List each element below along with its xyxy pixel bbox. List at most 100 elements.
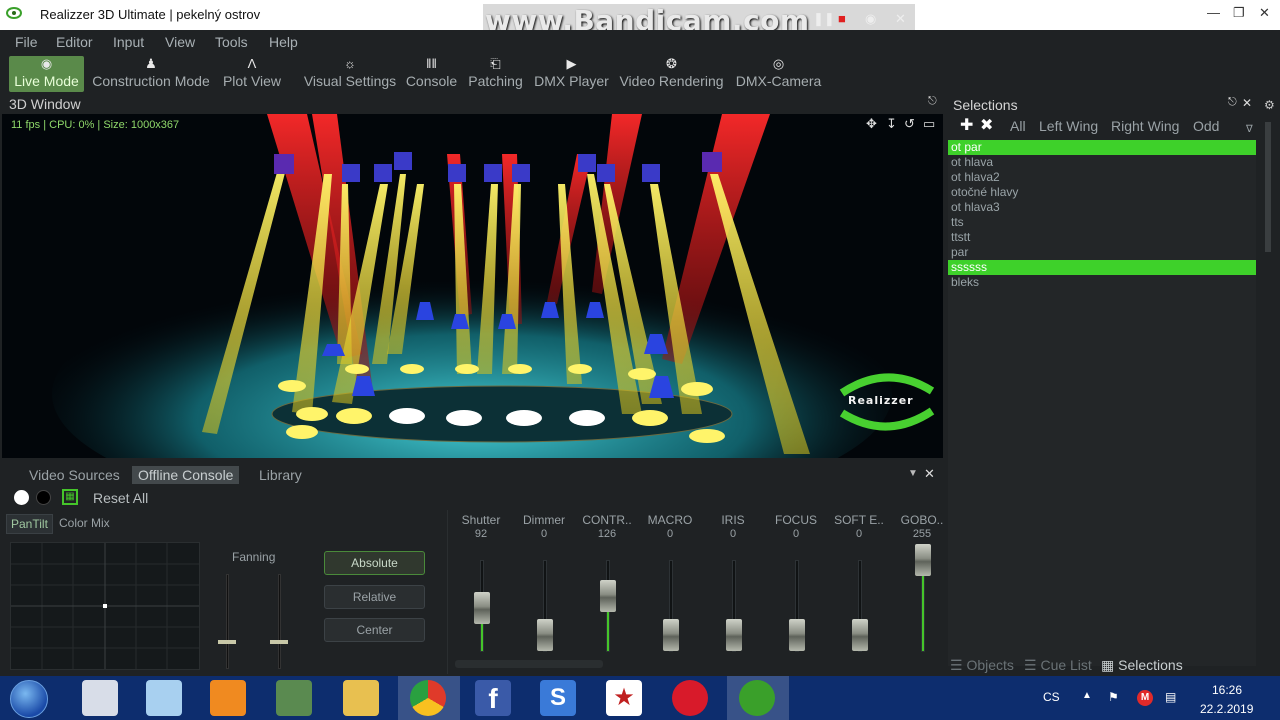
live-mode-button[interactable]: ◉ Live Mode bbox=[9, 56, 84, 92]
tab-selections[interactable]: ▦ Selections bbox=[1101, 657, 1183, 674]
list-item[interactable]: bleks bbox=[948, 275, 1256, 290]
list-item[interactable]: par bbox=[948, 245, 1256, 260]
flag-icon[interactable]: ⚑ bbox=[1108, 690, 1119, 704]
calculator-icon[interactable]: ▦ bbox=[62, 489, 78, 505]
camera-icon[interactable]: ◉ bbox=[865, 11, 876, 27]
menu-input[interactable]: Input bbox=[113, 34, 144, 50]
facebook-app-icon[interactable]: f bbox=[475, 680, 511, 716]
reset-view-icon[interactable]: ↺ bbox=[904, 116, 915, 132]
computer-app-icon[interactable] bbox=[276, 680, 312, 716]
menu-view[interactable]: View bbox=[165, 34, 195, 50]
absolute-button[interactable]: Absolute bbox=[324, 551, 425, 575]
plot-view-button[interactable]: Λ Plot View bbox=[220, 56, 284, 92]
filter-left-wing[interactable]: Left Wing bbox=[1039, 118, 1098, 134]
scroll-thumb[interactable] bbox=[1265, 122, 1271, 252]
media-player-app-icon[interactable] bbox=[210, 680, 246, 716]
antivirus-icon[interactable]: M bbox=[1137, 690, 1153, 706]
close-button[interactable]: ✕ bbox=[1259, 5, 1270, 21]
minimize-button[interactable]: — bbox=[1207, 5, 1220, 20]
fanning-knob-2[interactable] bbox=[270, 640, 288, 644]
move-view-icon[interactable]: ✥ bbox=[866, 116, 877, 132]
fader-knob[interactable] bbox=[474, 592, 490, 624]
fader-knob[interactable] bbox=[537, 619, 553, 651]
tab-library[interactable]: Library bbox=[253, 466, 308, 484]
list-item[interactable]: ot hlava bbox=[948, 155, 1256, 170]
black-circle-icon[interactable] bbox=[36, 490, 51, 505]
list-item[interactable]: ot hlava2 bbox=[948, 170, 1256, 185]
3d-viewport[interactable]: 11 fps | CPU: 0% | Size: 1000x367 ✥ ↧ ↺ … bbox=[2, 114, 943, 458]
close-icon[interactable]: ✕ bbox=[924, 466, 935, 482]
calculator-app-icon[interactable] bbox=[82, 680, 118, 716]
horizontal-scrollbar[interactable] bbox=[455, 660, 603, 668]
center-button[interactable]: Center bbox=[324, 618, 425, 642]
fanning-slider-1[interactable] bbox=[226, 574, 229, 669]
tab-cue-list[interactable]: ☰ Cue List bbox=[1024, 657, 1092, 674]
fader-knob[interactable] bbox=[663, 619, 679, 651]
clock-date[interactable]: 22.2.2019 bbox=[1200, 702, 1253, 716]
dropdown-icon[interactable]: ▼ bbox=[908, 468, 918, 479]
console-button[interactable]: ‖‖ Console bbox=[404, 56, 459, 92]
tab-offline-console[interactable]: Offline Console bbox=[132, 466, 240, 484]
menu-editor[interactable]: Editor bbox=[56, 34, 93, 50]
right-scrollbar[interactable]: ⚙ bbox=[1262, 94, 1280, 676]
delete-selection-icon[interactable]: ✖ bbox=[980, 115, 993, 135]
list-item[interactable]: otočné hlavy bbox=[948, 185, 1256, 200]
pin-icon[interactable]: ⎋ bbox=[1228, 96, 1237, 109]
construction-mode-button[interactable]: ♟ Construction Mode bbox=[90, 56, 212, 92]
more-filters-icon[interactable]: ∇ bbox=[1246, 124, 1253, 135]
add-selection-icon[interactable]: ✚ bbox=[960, 115, 973, 135]
tab-pantilt[interactable]: PanTilt bbox=[6, 514, 53, 534]
star-app-icon[interactable]: ★ bbox=[606, 680, 642, 716]
language-indicator[interactable]: CS bbox=[1043, 690, 1060, 704]
menu-file[interactable]: File bbox=[15, 34, 38, 50]
pin-icon[interactable]: ⎋ bbox=[928, 95, 937, 108]
fanning-slider-2[interactable] bbox=[278, 574, 281, 669]
start-button[interactable] bbox=[10, 680, 48, 718]
pan-tilt-position[interactable] bbox=[103, 604, 107, 608]
visual-settings-button[interactable]: ☼ Visual Settings bbox=[302, 56, 398, 92]
realizzer-app-icon[interactable] bbox=[739, 680, 775, 716]
fader-knob[interactable] bbox=[789, 619, 805, 651]
dmx-player-button[interactable]: ▶ DMX Player bbox=[533, 56, 610, 92]
clock-time[interactable]: 16:26 bbox=[1212, 683, 1242, 697]
opera-app-icon[interactable] bbox=[672, 680, 708, 716]
patching-button[interactable]: ⎗ Patching bbox=[467, 56, 524, 92]
tab-color-mix[interactable]: Color Mix bbox=[55, 514, 114, 532]
fader-knob[interactable] bbox=[600, 580, 616, 612]
pause-icon[interactable]: ❚❚ bbox=[813, 11, 835, 27]
close-icon[interactable]: ✕ bbox=[1242, 96, 1252, 110]
video-rendering-button[interactable]: ❂ Video Rendering bbox=[617, 56, 726, 92]
menu-help[interactable]: Help bbox=[269, 34, 298, 50]
list-item[interactable]: ot hlava3 bbox=[948, 200, 1256, 215]
list-item[interactable]: ttstt bbox=[948, 230, 1256, 245]
filter-all[interactable]: All bbox=[1010, 118, 1026, 134]
gear-icon[interactable]: ⚙ bbox=[1264, 98, 1275, 112]
filter-right-wing[interactable]: Right Wing bbox=[1111, 118, 1179, 134]
close-icon[interactable]: ✕ bbox=[895, 11, 906, 27]
fader-knob[interactable] bbox=[915, 544, 931, 576]
dmx-camera-button[interactable]: ◎ DMX-Camera bbox=[734, 56, 823, 92]
download-icon[interactable]: ↧ bbox=[886, 116, 897, 132]
folder-app-icon[interactable] bbox=[343, 680, 379, 716]
list-item[interactable]: ot par bbox=[948, 140, 1256, 155]
menu-tools[interactable]: Tools bbox=[215, 34, 248, 50]
fullscreen-icon[interactable]: ▭ bbox=[923, 116, 935, 132]
reset-all-button[interactable]: Reset All bbox=[93, 490, 148, 506]
tab-video-sources[interactable]: Video Sources bbox=[23, 466, 126, 484]
tray-expand-icon[interactable]: ▲ bbox=[1082, 690, 1092, 701]
filter-odd[interactable]: Odd bbox=[1193, 118, 1219, 134]
fader-knob[interactable] bbox=[726, 619, 742, 651]
tab-objects[interactable]: ☰ Objects bbox=[950, 657, 1014, 674]
s-app-icon[interactable]: S bbox=[540, 680, 576, 716]
white-circle-icon[interactable] bbox=[14, 490, 29, 505]
list-item[interactable]: ssssss bbox=[948, 260, 1256, 275]
relative-button[interactable]: Relative bbox=[324, 585, 425, 609]
record-icon[interactable]: ■ bbox=[838, 11, 846, 26]
fanning-knob-1[interactable] bbox=[218, 640, 236, 644]
fader-knob[interactable] bbox=[852, 619, 868, 651]
pan-tilt-pad[interactable] bbox=[10, 542, 200, 670]
network-icon[interactable]: ▤ bbox=[1165, 690, 1176, 704]
chrome-app-icon[interactable] bbox=[410, 680, 446, 716]
maximize-button[interactable]: ❐ bbox=[1233, 5, 1245, 21]
notepad-app-icon[interactable] bbox=[146, 680, 182, 716]
